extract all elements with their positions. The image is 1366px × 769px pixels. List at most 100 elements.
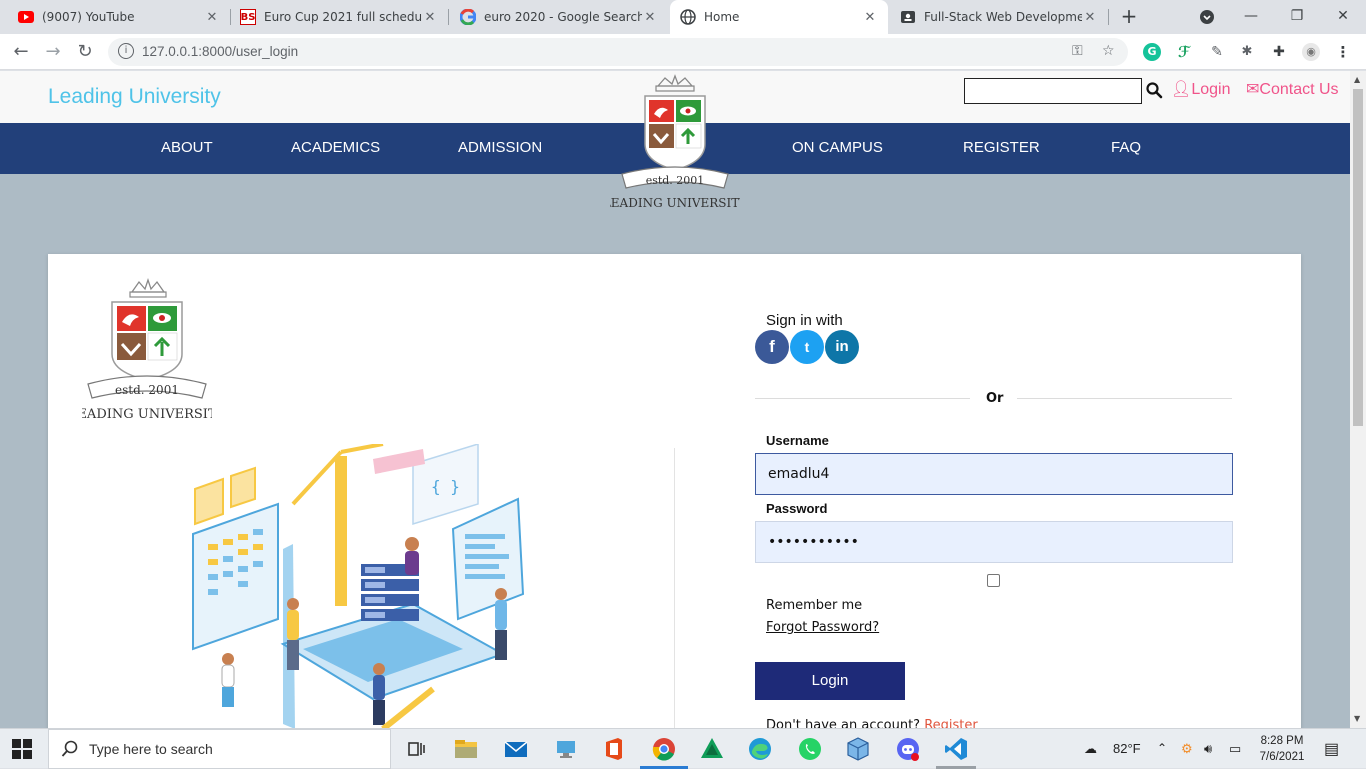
grammarly-extension-icon[interactable]: G xyxy=(1143,43,1161,61)
tab-home[interactable]: Home ✕ xyxy=(670,0,888,34)
tab-euro-cup-schedule[interactable]: BS Euro Cup 2021 full schedule, ✕ xyxy=(230,0,448,34)
browser-tab-strip: (9007) YouTube ✕ BS Euro Cup 2021 full s… xyxy=(0,0,1366,34)
twitter-button[interactable]: t xyxy=(790,330,824,364)
key-icon[interactable]: ⚿ xyxy=(1072,43,1083,59)
virtualbox-icon[interactable] xyxy=(844,735,872,763)
linkedin-button[interactable]: in xyxy=(825,330,859,364)
username-label: Username xyxy=(766,433,829,448)
tray-app-icon[interactable]: ⚙︎ xyxy=(1181,741,1193,757)
whatsapp-icon[interactable] xyxy=(796,735,824,763)
card-university-logo: estd. 2001 LEADING UNIVERSITY xyxy=(82,277,212,422)
close-tab-icon[interactable]: ✕ xyxy=(642,10,658,25)
clock-time: 8:28 PM xyxy=(1260,735,1304,747)
profile-avatar[interactable]: ◉ xyxy=(1302,43,1320,61)
task-view-icon[interactable] xyxy=(402,735,430,763)
developer-illustration: { } xyxy=(192,444,525,728)
close-tab-icon[interactable]: ✕ xyxy=(862,10,878,25)
tab-full-stack-course[interactable]: Full-Stack Web Development ✕ xyxy=(890,0,1108,34)
site-search-input[interactable] xyxy=(964,78,1142,104)
scroll-down-arrow[interactable]: ▼ xyxy=(1354,714,1360,723)
restore-button[interactable]: ❐ xyxy=(1274,0,1320,34)
extension-icon[interactable]: ℱ xyxy=(1175,43,1193,61)
page-scrollbar[interactable]: ▲ ▼ xyxy=(1350,71,1366,728)
youtube-icon xyxy=(18,9,34,25)
password-input[interactable] xyxy=(755,521,1233,563)
tab-google-search[interactable]: euro 2020 - Google Search ✕ xyxy=(450,0,668,34)
divider-line xyxy=(755,398,970,399)
taskbar-search-box[interactable]: Type here to search xyxy=(48,729,391,769)
bug-extension-icon[interactable]: ✱ xyxy=(1238,43,1256,61)
globe-icon xyxy=(680,9,696,25)
drive-app-icon[interactable] xyxy=(698,735,726,763)
scroll-up-arrow[interactable]: ▲ xyxy=(1354,75,1360,84)
login-button[interactable]: Login xyxy=(755,662,905,700)
weather-temperature[interactable]: 82°F xyxy=(1113,741,1141,756)
computer-app-icon[interactable] xyxy=(552,735,580,763)
nav-admission[interactable]: ADMISSION xyxy=(458,139,542,156)
logo-estd-text: estd. 2001 xyxy=(646,174,705,187)
card-logo-name-text: LEADING UNIVERSITY xyxy=(82,407,212,422)
discord-icon[interactable] xyxy=(894,735,922,763)
tab-youtube[interactable]: (9007) YouTube ✕ xyxy=(8,0,230,34)
password-label: Password xyxy=(766,501,828,516)
register-link[interactable]: Register xyxy=(924,718,978,728)
logo-name-text: LEADING UNIVERSITY xyxy=(610,196,740,210)
close-tab-icon[interactable]: ✕ xyxy=(204,10,220,25)
show-hidden-icons-chevron-icon[interactable]: ⌃ xyxy=(1157,741,1167,755)
tab-search-button[interactable] xyxy=(1184,0,1230,34)
minimize-button[interactable]: — xyxy=(1228,0,1274,34)
top-login-link[interactable]: 👤︎Login xyxy=(1171,79,1230,99)
sign-in-with-label: Sign in with xyxy=(766,312,843,329)
card-divider xyxy=(674,448,675,728)
forgot-password-link[interactable]: Forgot Password? xyxy=(766,620,879,635)
remember-me-checkbox[interactable] xyxy=(987,574,1000,587)
reload-icon[interactable]: ↻ xyxy=(73,40,97,64)
nav-about[interactable]: ABOUT xyxy=(161,139,213,156)
office-icon[interactable] xyxy=(600,735,628,763)
nav-faq[interactable]: FAQ xyxy=(1111,139,1141,156)
back-arrow-icon[interactable]: ← xyxy=(9,40,33,64)
chrome-menu-icon[interactable]: ⋮ xyxy=(1334,43,1352,61)
site-brand[interactable]: Leading University xyxy=(48,85,221,109)
search-icon[interactable] xyxy=(1145,81,1163,99)
user-icon: 👤︎ xyxy=(1171,81,1192,98)
edge-icon[interactable] xyxy=(746,735,774,763)
divider-line xyxy=(1017,398,1232,399)
browser-toolbar: ← → ↻ i 127.0.0.1:8000/user_login ⚿ ☆ G … xyxy=(0,34,1366,70)
windows-start-icon[interactable] xyxy=(12,739,32,759)
vscode-icon[interactable] xyxy=(942,735,970,763)
forward-arrow-icon[interactable]: → xyxy=(41,40,65,64)
username-input[interactable] xyxy=(755,453,1233,495)
scroll-thumb[interactable] xyxy=(1353,89,1363,426)
university-logo[interactable]: estd. 2001 LEADING UNIVERSITY xyxy=(610,74,740,214)
network-icon[interactable]: ▭ xyxy=(1229,741,1241,757)
extensions-puzzle-icon[interactable]: ✚ xyxy=(1270,43,1288,61)
close-tab-icon[interactable]: ✕ xyxy=(1082,10,1098,25)
nav-academics[interactable]: ACADEMICS xyxy=(291,139,380,156)
site-info-icon[interactable]: i xyxy=(118,43,134,59)
search-icon xyxy=(61,740,78,757)
facebook-button[interactable]: f xyxy=(755,330,789,364)
mail-icon[interactable] xyxy=(502,735,530,763)
page-viewport: Leading University 👤︎Login ✉︎Contact Us … xyxy=(0,71,1366,728)
top-login-label: Login xyxy=(1191,81,1231,98)
address-bar[interactable]: i 127.0.0.1:8000/user_login ⚿ ☆ xyxy=(108,38,1128,66)
chrome-icon[interactable] xyxy=(650,735,678,763)
nav-register[interactable]: REGISTER xyxy=(963,139,1040,156)
file-explorer-icon[interactable] xyxy=(452,735,480,763)
contact-us-link[interactable]: ✉︎Contact Us xyxy=(1246,79,1339,99)
weather-icon[interactable]: ☁︎ xyxy=(1084,741,1097,757)
bookmark-star-icon[interactable]: ☆ xyxy=(1102,43,1115,59)
system-clock[interactable]: 8:28 PM 7/6/2021 xyxy=(1258,733,1306,765)
new-tab-button[interactable]: + xyxy=(1117,5,1141,29)
google-icon xyxy=(460,9,476,25)
notification-center-icon[interactable]: ▤ xyxy=(1324,739,1339,759)
card-logo-estd-text: estd. 2001 xyxy=(115,383,179,397)
eyedropper-extension-icon[interactable]: ✎ xyxy=(1208,43,1226,61)
close-window-button[interactable]: ✕ xyxy=(1320,0,1366,34)
tab-title: (9007) YouTube xyxy=(42,10,135,24)
volume-icon[interactable]: 🔊︎ xyxy=(1204,741,1212,757)
close-tab-icon[interactable]: ✕ xyxy=(422,10,438,25)
nav-on-campus[interactable]: ON CAMPUS xyxy=(792,139,883,156)
tab-separator xyxy=(448,9,449,25)
